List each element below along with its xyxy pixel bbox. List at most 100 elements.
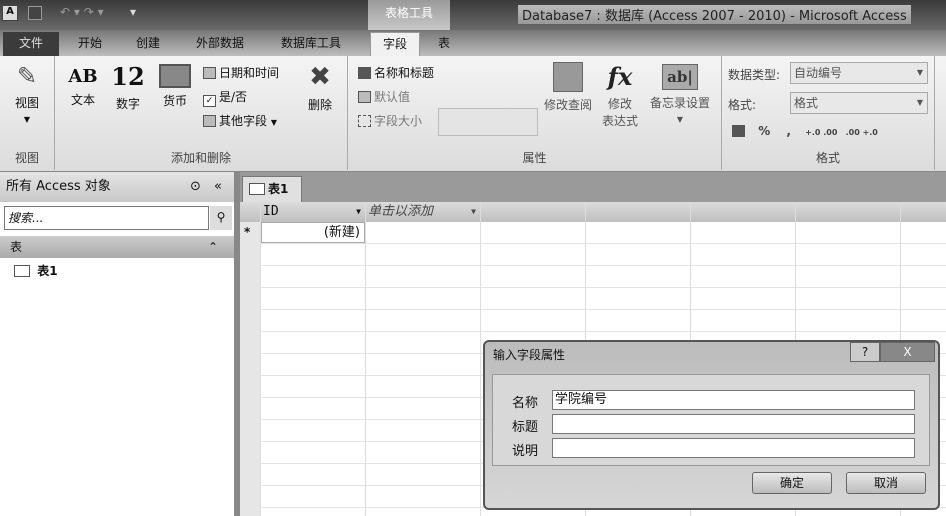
collapse-group-icon[interactable]: ⌃ xyxy=(208,236,218,258)
currency-format-icon[interactable] xyxy=(732,125,745,137)
modify-expr-label: 修改 xyxy=(607,97,632,111)
nav-menu-icon[interactable]: ⊙ xyxy=(190,172,201,202)
format-select[interactable]: 格式 ▼ xyxy=(790,92,928,114)
caption-label: 标题 xyxy=(512,420,539,435)
tab-database-tools[interactable]: 数据库工具 xyxy=(275,32,347,56)
calendar-icon xyxy=(203,67,216,79)
nav-group-tables[interactable]: 表 ⌃ xyxy=(0,236,234,258)
ok-button[interactable]: 确定 xyxy=(752,472,832,494)
tab-fields[interactable]: 字段 xyxy=(370,32,420,56)
context-tab-group: 表格工具 xyxy=(368,0,450,30)
document-tab-label: 表1 xyxy=(268,182,289,196)
datetime-button[interactable]: 日期和时间 xyxy=(203,64,279,81)
memo-icon: ab| xyxy=(662,64,698,90)
nav-item-table1[interactable]: 表1 xyxy=(14,262,58,279)
more-fields-button[interactable]: 其他字段 ▼ xyxy=(203,112,277,129)
tab-external-data[interactable]: 外部数据 xyxy=(190,32,250,56)
datetime-label: 日期和时间 xyxy=(219,66,280,80)
percent-button[interactable]: % xyxy=(758,124,770,138)
search-icon[interactable]: ⚲ xyxy=(210,206,232,230)
chevron-down-icon[interactable]: ▼ xyxy=(356,202,361,222)
table-icon xyxy=(249,183,265,195)
group-view: ✎ 视图 ▼ 视图 xyxy=(0,56,55,170)
number-field-button[interactable]: 12 数字 xyxy=(108,62,148,112)
tab-table[interactable]: 表 xyxy=(432,32,456,56)
new-record-id-cell[interactable]: (新建) xyxy=(261,222,365,243)
text-field-button[interactable]: AB 文本 xyxy=(63,66,103,108)
modify-expr-label-2: 表达式 xyxy=(601,114,638,128)
new-record-marker: * xyxy=(244,225,251,239)
record-selector-column[interactable] xyxy=(240,222,260,516)
yesno-button[interactable]: ✓ 是/否 xyxy=(203,88,247,107)
column-header-label: ID xyxy=(263,204,279,219)
currency-field-button[interactable]: 货币 xyxy=(155,64,195,109)
default-value-button[interactable]: 默认值 xyxy=(358,88,410,105)
format-label: 格式: xyxy=(728,98,757,112)
memo-label: 备忘录设置 xyxy=(649,96,710,110)
group-add-delete: AB 文本 12 数字 货币 日期和时间 ✓ 是/否 其他字段 ▼ ✖ 删除 添加和删除 xyxy=(55,56,348,170)
name-input[interactable]: 学院编号 xyxy=(552,390,915,410)
field-size-label: 字段大小 xyxy=(374,114,423,128)
datatype-value: 自动编号 xyxy=(794,66,843,80)
group-label-add-delete: 添加和删除 xyxy=(170,151,231,165)
nav-title: 所有 Access 对象 xyxy=(6,179,111,194)
nav-pane-header[interactable]: 所有 Access 对象 ⊙ « xyxy=(0,172,234,202)
default-value-icon xyxy=(358,91,371,103)
yesno-label: 是/否 xyxy=(219,90,248,104)
group-format: 数据类型: 自动编号 ▼ 格式: 格式 ▼ % , +.0 .00 .00 +.0 … xyxy=(722,56,935,170)
delete-button[interactable]: ✖ 删除 xyxy=(300,62,340,113)
document-tab-bar xyxy=(240,172,946,202)
access-app-icon[interactable]: A xyxy=(2,5,18,21)
column-header-id[interactable]: ID ▼ xyxy=(260,202,365,222)
number-format-row: % , +.0 .00 .00 +.0 xyxy=(732,124,878,138)
tab-home[interactable]: 开始 xyxy=(72,32,108,56)
collapse-pane-icon[interactable]: « xyxy=(214,172,222,202)
currency-label: 货币 xyxy=(162,94,187,108)
field-size-input[interactable] xyxy=(438,108,538,136)
view-label: 视图 xyxy=(14,96,39,110)
modify-lookup-button[interactable]: 修改查阅 xyxy=(540,62,596,113)
decrease-decimals-button[interactable]: .00 +.0 xyxy=(846,128,878,137)
number-icon: 12 xyxy=(111,62,145,91)
modify-lookup-label: 修改查阅 xyxy=(543,98,592,112)
number-label: 数字 xyxy=(115,97,140,111)
document-tab-table1[interactable]: 表1 xyxy=(242,176,302,202)
column-header-click-to-add[interactable]: 单击以添加 ▼ xyxy=(365,202,480,222)
name-caption-label: 名称和标题 xyxy=(374,66,435,80)
view-icon: ✎ xyxy=(16,62,38,90)
description-input[interactable] xyxy=(552,438,915,458)
increase-decimals-button[interactable]: +.0 .00 xyxy=(805,128,837,137)
tab-create[interactable]: 创建 xyxy=(130,32,166,56)
view-button[interactable]: ✎ 视图 ▼ xyxy=(4,62,50,125)
caption-input[interactable] xyxy=(552,414,915,434)
table-icon xyxy=(14,265,30,277)
text-label: 文本 xyxy=(70,93,95,107)
datatype-label: 数据类型: xyxy=(728,68,781,82)
help-button[interactable]: ? xyxy=(850,342,880,362)
name-label: 名称 xyxy=(512,396,539,411)
customize-toolbar-icon[interactable]: ▾ xyxy=(130,5,136,19)
more-fields-icon xyxy=(203,115,216,127)
modify-expression-button[interactable]: fx 修改 表达式 xyxy=(598,62,642,129)
datatype-select[interactable]: 自动编号 ▼ xyxy=(790,62,928,84)
name-caption-button[interactable]: 名称和标题 xyxy=(358,64,434,81)
group-properties: 名称和标题 默认值 字段大小 修改查阅 fx 修改 表达式 ab| 备忘录设置 ▼ 属性 xyxy=(348,56,722,170)
column-header-label: 单击以添加 xyxy=(368,204,434,219)
chevron-down-icon[interactable]: ▼ xyxy=(471,202,476,222)
chevron-down-icon: ▼ xyxy=(916,68,923,77)
more-fields-label: 其他字段 xyxy=(219,114,268,128)
group-label-properties: 属性 xyxy=(522,151,547,165)
tab-file[interactable]: 文件 xyxy=(3,32,59,56)
save-icon[interactable] xyxy=(28,6,42,20)
cancel-button[interactable]: 取消 xyxy=(846,472,926,494)
group-label-view: 视图 xyxy=(14,151,39,165)
memo-settings-button[interactable]: ab| 备忘录设置 ▼ xyxy=(644,64,716,125)
window-title: Database7 : 数据库 (Access 2007 - 2010) - M… xyxy=(518,5,911,24)
undo-icon[interactable]: ↶ ▾ ↷ ▾ xyxy=(60,5,104,19)
comma-button[interactable]: , xyxy=(786,124,791,138)
group-label-format: 格式 xyxy=(815,151,840,165)
delete-label: 删除 xyxy=(307,98,332,112)
search-input[interactable]: 搜索... xyxy=(4,206,209,230)
close-button[interactable]: X xyxy=(880,342,935,362)
delete-icon: ✖ xyxy=(309,62,331,92)
